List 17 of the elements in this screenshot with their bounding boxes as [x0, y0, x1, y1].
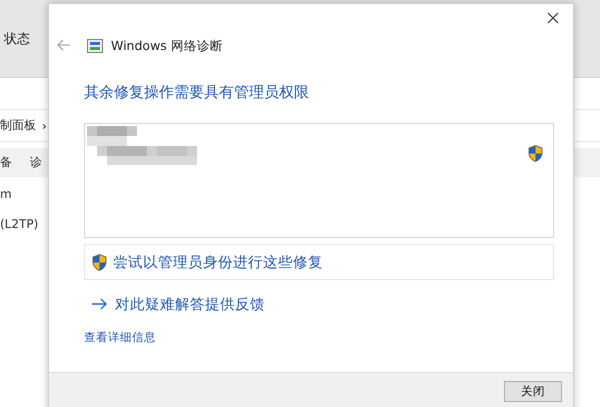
list-item[interactable]: (L2TP) [0, 209, 38, 239]
breadcrumb-item[interactable]: 制面板 [0, 117, 36, 134]
window-title: Windows 网络诊断 [111, 38, 223, 54]
arrow-icon [91, 298, 107, 310]
network-diagnostics-icon [87, 39, 103, 53]
shield-icon [92, 254, 107, 270]
header-title: 状态 [4, 30, 30, 48]
details-link[interactable]: 查看详细信息 [84, 330, 156, 345]
run-as-admin-button[interactable]: 尝试以管理员身份进行这些修复 [84, 244, 554, 280]
toolbar-item[interactable]: 诊 [30, 154, 42, 171]
toolbar-item[interactable]: 备 [0, 154, 12, 171]
close-button[interactable]: 关闭 [504, 381, 562, 402]
list-item[interactable]: m [0, 179, 12, 209]
shield-icon [528, 145, 543, 162]
feedback-link[interactable]: 对此疑难解答提供反馈 [84, 286, 271, 322]
breadcrumb-separator: › [42, 118, 47, 132]
dialog-heading: 其余修复操作需要具有管理员权限 [84, 83, 310, 103]
